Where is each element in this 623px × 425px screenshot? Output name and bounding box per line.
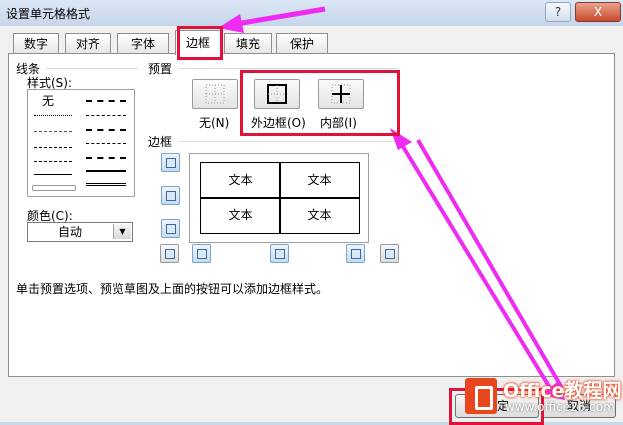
preset-none-label: 无(N)	[199, 116, 230, 130]
watermark-name: Office教程网	[503, 380, 622, 402]
help-button[interactable]: ?	[545, 2, 571, 22]
line-style-medium[interactable]	[86, 170, 126, 172]
line-style-med-dash-dot[interactable]	[86, 129, 126, 131]
line-style-dashed[interactable]	[34, 161, 72, 162]
line-style-thin[interactable]	[34, 174, 72, 175]
border-diagonal-up-button[interactable]	[160, 244, 179, 263]
line-style-hair-dash[interactable]	[34, 131, 72, 132]
border-diagonal-down-button[interactable]	[380, 244, 399, 263]
preview-cell: 文本	[200, 162, 281, 199]
preset-none-icon	[205, 84, 225, 104]
color-dropdown[interactable]: 自动 ▼	[27, 222, 133, 242]
line-style-slant-dash[interactable]	[86, 115, 126, 116]
border-middle-horizontal-button[interactable]	[161, 186, 180, 205]
office-logo-icon	[465, 378, 497, 414]
tab-alignment[interactable]: 对齐	[65, 33, 111, 54]
preset-inside-icon	[331, 84, 351, 104]
border-preview[interactable]: 文本 文本 文本 文本	[189, 153, 369, 243]
watermark-url: www.office26.com	[505, 400, 615, 414]
chevron-down-icon[interactable]: ▼	[113, 224, 131, 239]
line-style-dotted[interactable]	[34, 115, 72, 116]
line-style-none[interactable]: 无	[42, 92, 54, 109]
preset-outline-button[interactable]	[254, 79, 300, 109]
tab-fill[interactable]: 填充	[224, 33, 272, 54]
preset-outline-label: 外边框(O)	[251, 116, 306, 130]
tab-protection[interactable]: 保护	[276, 33, 328, 54]
preset-none-button[interactable]	[192, 79, 238, 109]
preset-group-label: 预置	[148, 62, 173, 76]
border-middle-vertical-button[interactable]	[270, 244, 289, 263]
tab-font[interactable]: 字体	[117, 33, 169, 54]
group-divider	[178, 68, 398, 69]
close-button[interactable]: X	[575, 2, 621, 22]
line-style-double-sel[interactable]	[32, 185, 76, 191]
line-style-double[interactable]	[86, 183, 126, 186]
line-style-list[interactable]: 无	[27, 89, 135, 197]
color-value: 自动	[57, 225, 82, 239]
title-bar	[0, 0, 623, 26]
hint-text: 单击预置选项、预览草图及上面的按钮可以添加边框样式。	[16, 282, 329, 296]
line-style-dash-dot-2[interactable]	[86, 143, 126, 144]
border-left-button[interactable]	[192, 244, 211, 263]
preview-cell: 文本	[200, 197, 281, 234]
watermark: Office教程网 www.office26.com	[465, 376, 623, 422]
preset-inside-label: 内部(I)	[320, 116, 357, 130]
tab-number[interactable]: 数字	[13, 33, 59, 54]
border-right-button[interactable]	[346, 244, 365, 263]
line-style-dash-dot[interactable]	[34, 147, 72, 148]
window-title: 设置单元格格式	[6, 7, 91, 21]
group-divider	[46, 68, 138, 69]
border-top-button[interactable]	[161, 153, 180, 172]
preset-inside-button[interactable]	[318, 79, 364, 109]
line-style-med-dash-dot-dot[interactable]	[86, 100, 126, 102]
preview-cell: 文本	[279, 197, 360, 234]
group-divider	[178, 141, 398, 142]
tab-border[interactable]: 边框	[175, 30, 221, 55]
preview-cell: 文本	[279, 162, 360, 199]
border-group-label: 边框	[148, 135, 173, 149]
preset-outline-icon	[267, 84, 287, 104]
border-bottom-button[interactable]	[161, 219, 180, 238]
line-style-med-dashed[interactable]	[86, 157, 126, 159]
